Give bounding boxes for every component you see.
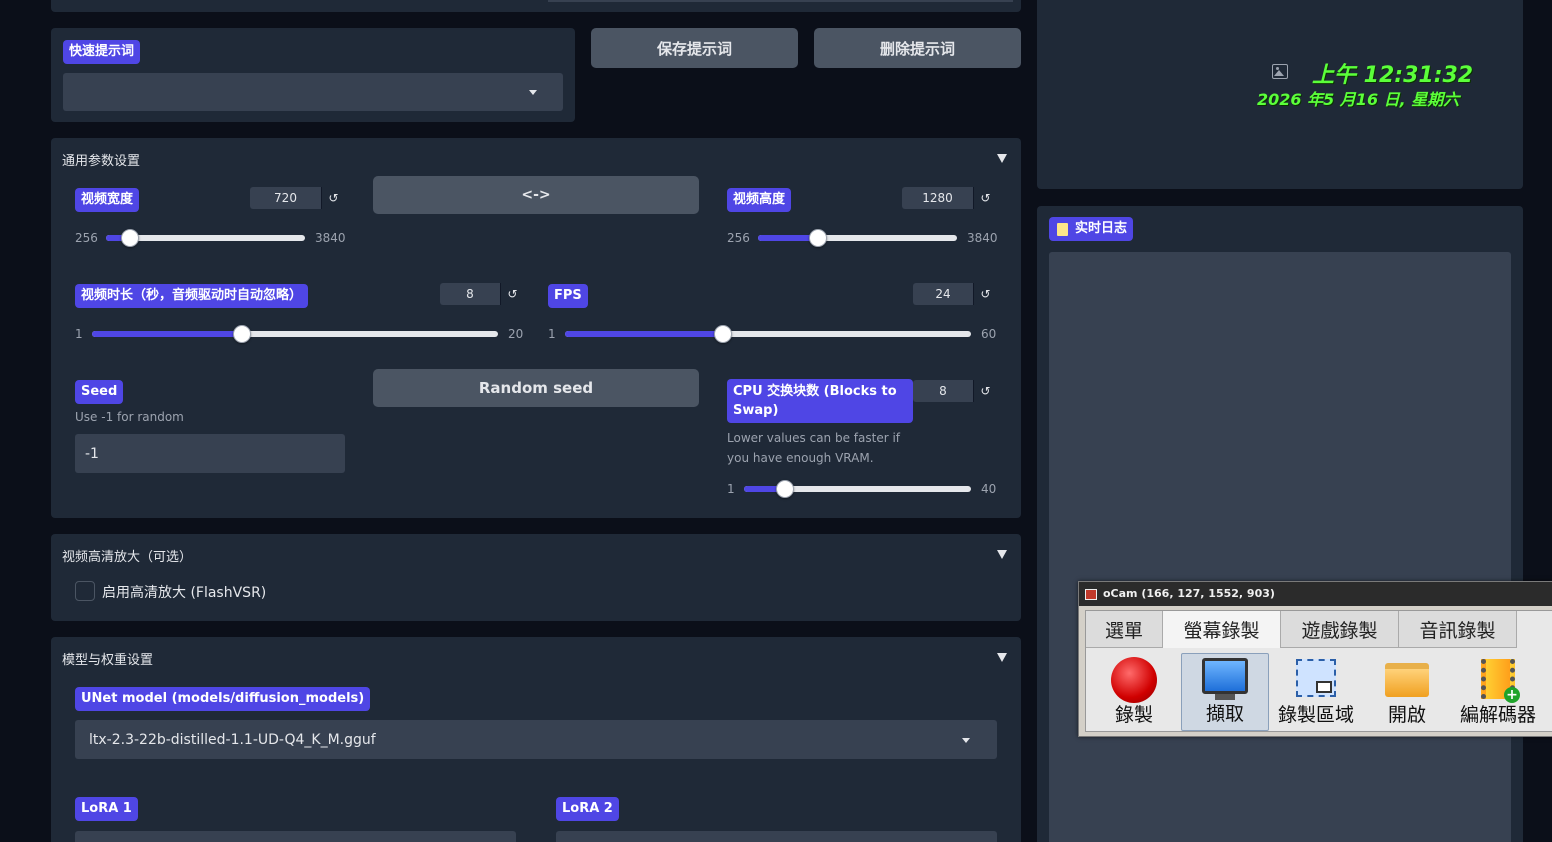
range-min: 256 (727, 231, 750, 245)
video-duration-number[interactable]: 8 ↺ (440, 283, 524, 305)
ocam-tab-game-record[interactable]: 遊戲錄製 (1281, 611, 1399, 648)
reset-icon[interactable]: ↺ (973, 380, 997, 402)
quick-prompt-label: 快速提示词 (63, 40, 141, 64)
lora2-dropdown[interactable] (556, 831, 997, 842)
reset-icon[interactable]: ↺ (973, 187, 997, 209)
slider-thumb[interactable] (120, 229, 139, 247)
model-title[interactable]: 模型与权重设置 (62, 649, 153, 668)
ocam-body: 選單 螢幕錄製 遊戲錄製 音訊錄製 錄製 擷取 錄製區域 開啟 + 編解碼器 (1085, 610, 1552, 732)
fps-label: FPS (548, 284, 588, 308)
video-width-label: 视频宽度 (75, 188, 140, 212)
ocam-title-bar[interactable]: oCam (166, 127, 1552, 903) (1079, 582, 1552, 606)
cpu-swap-hint: Lower values can be faster if you have e… (727, 431, 901, 465)
chevron-down-icon (962, 738, 970, 743)
ocam-tab-screen-record[interactable]: 螢幕錄製 (1163, 611, 1281, 648)
ocam-app-icon (1085, 589, 1097, 600)
slider-fill (565, 331, 724, 337)
unet-model-label: UNet model (models/diffusion_models) (75, 687, 371, 711)
range-min: 1 (75, 327, 83, 341)
cpu-swap-label: CPU 交换块数 (Blocks to Swap) (727, 379, 913, 423)
range-max: 60 (981, 327, 997, 341)
slider-thumb[interactable] (808, 229, 827, 247)
video-duration-slider[interactable] (92, 331, 498, 337)
clock-date: 2026 年5 月16 日, 星期六 (1257, 90, 1460, 109)
collapse-triangle-icon[interactable] (997, 653, 1007, 662)
range-min: 1 (727, 482, 735, 496)
ocam-region-button[interactable]: 錄製區域 (1272, 653, 1360, 731)
upscale-checkbox[interactable] (75, 581, 95, 601)
ocam-tab-audio-record[interactable]: 音訊錄製 (1399, 611, 1517, 648)
range-max: 3840 (315, 231, 346, 245)
upscale-title[interactable]: 视频高清放大（可选） (62, 546, 192, 565)
monitor-icon (1202, 658, 1248, 694)
unet-model-dropdown[interactable]: ltx-2.3-22b-distilled-1.1-UD-Q4_K_M.gguf (75, 720, 997, 759)
range-min: 1 (548, 327, 556, 341)
lora1-label: LoRA 1 (75, 797, 138, 821)
upscale-panel (51, 534, 1021, 621)
chevron-down-icon (529, 90, 537, 95)
video-height-label: 视频高度 (727, 188, 792, 212)
video-width-number[interactable]: 720 ↺ (250, 187, 345, 209)
top-partial-input[interactable] (548, 0, 1013, 2)
folder-icon (1385, 663, 1429, 697)
range-min: 256 (75, 231, 98, 245)
general-settings-title[interactable]: 通用参数设置 (62, 150, 140, 169)
swap-dimensions-button[interactable]: <-> (373, 176, 699, 214)
reset-icon[interactable]: ↺ (321, 187, 345, 209)
upscale-checkbox-label[interactable]: 启用高清放大 (FlashVSR) (102, 582, 266, 602)
image-placeholder-icon (1272, 64, 1288, 79)
cpu-swap-number[interactable]: 8 ↺ (913, 380, 997, 402)
fps-slider[interactable] (565, 331, 971, 337)
ocam-tab-menu[interactable]: 選單 (1086, 611, 1163, 648)
codec-icon: + (1481, 659, 1520, 703)
range-max: 20 (508, 327, 524, 341)
reset-icon[interactable]: ↺ (973, 283, 997, 305)
video-duration-label: 视频时长（秒，音频驱动时自动忽略） (75, 284, 309, 308)
seed-input[interactable]: -1 (75, 434, 345, 473)
log-output[interactable] (1049, 252, 1511, 842)
video-height-slider[interactable] (758, 235, 957, 241)
log-label: 实时日志 (1049, 217, 1134, 241)
ocam-record-button[interactable]: 錄製 (1090, 653, 1178, 731)
document-icon (1057, 223, 1068, 236)
slider-fill (92, 331, 243, 337)
collapse-triangle-icon[interactable] (997, 550, 1007, 559)
seed-label: Seed (75, 380, 124, 404)
range-max: 3840 (967, 231, 998, 245)
delete-prompt-button[interactable]: 删除提示词 (814, 28, 1021, 68)
lora2-label: LoRA 2 (556, 797, 619, 821)
ocam-window[interactable]: oCam (166, 127, 1552, 903) 選單 螢幕錄製 遊戲錄製 … (1078, 581, 1552, 737)
ocam-capture-button[interactable]: 擷取 (1181, 653, 1269, 731)
reset-icon[interactable]: ↺ (500, 283, 524, 305)
save-prompt-button[interactable]: 保存提示词 (591, 28, 798, 68)
collapse-triangle-icon[interactable] (997, 154, 1007, 163)
region-icon (1296, 659, 1336, 697)
random-seed-button[interactable]: Random seed (373, 369, 699, 407)
quick-prompt-dropdown[interactable] (63, 73, 563, 111)
ocam-codec-button[interactable]: + 編解碼器 (1454, 653, 1542, 731)
video-height-number[interactable]: 1280 ↺ (902, 187, 997, 209)
ocam-open-button[interactable]: 開啟 (1363, 653, 1451, 731)
clock-time: 上午 12:31:32 (1312, 63, 1474, 88)
fps-number[interactable]: 24 ↺ (913, 283, 997, 305)
slider-thumb[interactable] (775, 480, 794, 498)
record-icon (1111, 657, 1157, 703)
seed-hint: Use -1 for random (75, 410, 184, 424)
lora1-dropdown[interactable] (75, 831, 516, 842)
range-max: 40 (981, 482, 997, 496)
